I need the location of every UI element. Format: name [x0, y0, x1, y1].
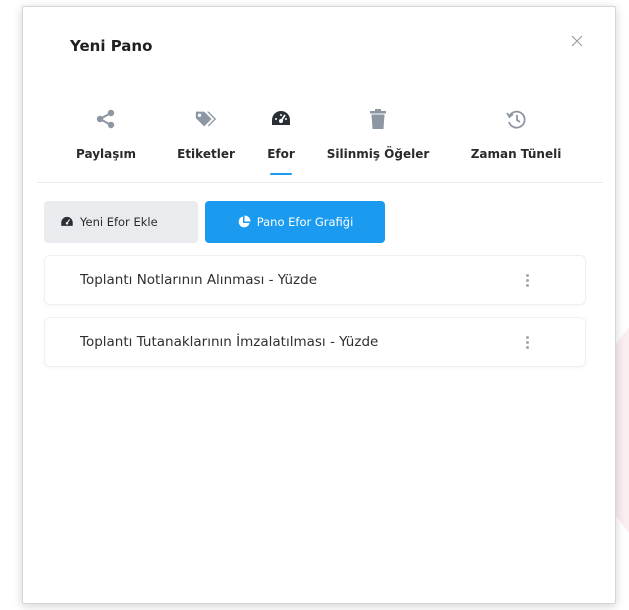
close-button[interactable] [569, 33, 585, 49]
effort-chart-button[interactable]: Pano Efor Grafiği [205, 201, 385, 243]
tab-etiketler[interactable]: Etiketler [166, 107, 246, 177]
list-item[interactable]: Toplantı Tutanaklarının İmzalatılması - … [44, 317, 586, 367]
tab-zaman-tuneli[interactable]: Zaman Tüneli [461, 107, 571, 177]
effort-item-text: Toplantı Notlarının Alınması - Yüzde [80, 272, 317, 288]
tab-efor[interactable]: Efor [251, 107, 311, 177]
effort-action-buttons: Yeni Efor Ekle Pano Efor Grafiği [44, 201, 385, 243]
effort-item-text: Toplantı Tutanaklarının İmzalatılması - … [80, 334, 379, 350]
list-item[interactable]: Toplantı Notlarının Alınması - Yüzde [44, 255, 586, 305]
button-label: Pano Efor Grafiği [256, 215, 354, 229]
tab-bar: Paylaşım Etiketler Efor Silinmiş Öğeler … [63, 107, 593, 183]
tab-label: Efor [267, 147, 295, 161]
new-effort-button[interactable]: Yeni Efor Ekle [44, 201, 198, 243]
dashboard-gauge-icon [269, 107, 293, 131]
trash-icon [366, 107, 390, 131]
share-icon [94, 107, 118, 131]
tab-label: Paylaşım [76, 147, 136, 161]
button-label: Yeni Efor Ekle [80, 215, 158, 229]
tab-silinmis-ogeler[interactable]: Silinmiş Öğeler [313, 107, 443, 177]
tab-label: Zaman Tüneli [470, 147, 562, 161]
pie-chart-icon [237, 215, 251, 229]
tab-label: Etiketler [177, 147, 235, 161]
board-settings-modal: Yeni Pano Paylaşım Etiketler Efor Silinm… [22, 6, 616, 604]
tab-paylasim[interactable]: Paylaşım [66, 107, 146, 177]
tab-divider [37, 182, 603, 183]
close-icon [571, 35, 583, 47]
kebab-menu-icon[interactable] [519, 332, 535, 352]
modal-title: Yeni Pano [70, 37, 153, 55]
kebab-menu-icon[interactable] [519, 270, 535, 290]
dashboard-gauge-icon [60, 215, 74, 229]
active-tab-indicator [270, 173, 292, 175]
tab-label: Silinmiş Öğeler [326, 147, 430, 161]
tags-icon [194, 107, 218, 131]
effort-list: Toplantı Notlarının Alınması - Yüzde Top… [44, 255, 586, 379]
history-icon [504, 107, 528, 131]
